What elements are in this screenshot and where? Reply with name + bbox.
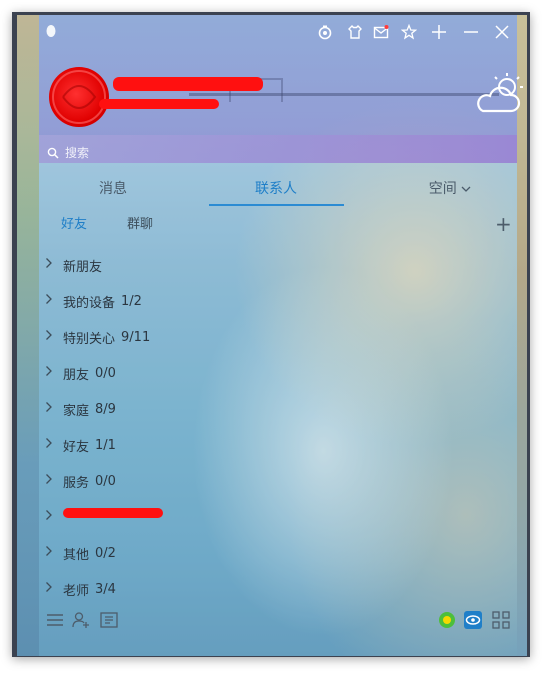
tab-space-label: 空间 [428, 181, 457, 197]
group-name: 我的设备 [63, 295, 116, 311]
group-count: 0/0 [95, 473, 116, 489]
title-bar [39, 15, 517, 47]
group-name: 好友 [63, 439, 90, 455]
search-box[interactable] [47, 143, 247, 163]
group-name: 家庭 [63, 403, 90, 419]
qq-browser-icon[interactable] [463, 610, 483, 630]
weather-icon[interactable] [475, 71, 525, 117]
bottom-toolbar [39, 610, 517, 634]
chevron-right-icon [45, 473, 59, 489]
chevron-right-icon [45, 509, 59, 525]
qq-penguin-icon[interactable] [45, 23, 57, 39]
tab-messages[interactable]: 消息 [83, 175, 143, 207]
qq-music-icon[interactable] [437, 610, 457, 630]
background-strip-left [17, 15, 39, 656]
redacted-nickname [113, 77, 263, 91]
tab-contacts[interactable]: 联系人 [241, 175, 311, 207]
avatar[interactable] [49, 67, 109, 127]
main-tabs: 消息 联系人 空间 [39, 175, 517, 209]
timer-icon[interactable] [317, 24, 333, 40]
add-friend-icon[interactable] [71, 610, 91, 630]
group-name: 新朋友 [63, 259, 103, 275]
list-item[interactable]: 我的设备 1/2 [45, 287, 485, 315]
list-item[interactable]: 老师 3/4 [45, 575, 485, 603]
group-count: 1/2 [121, 293, 142, 309]
group-count: 0/2 [95, 545, 116, 561]
chevron-right-icon [45, 401, 59, 417]
group-count: 1/1 [95, 437, 116, 453]
search-icon [47, 144, 59, 163]
chevron-right-icon [45, 365, 59, 381]
main-menu-icon[interactable] [45, 610, 65, 630]
group-name: 老师 [63, 583, 90, 599]
tab-space[interactable]: 空间 [415, 175, 485, 207]
chevron-right-icon [45, 329, 59, 345]
add-icon[interactable] [431, 24, 447, 40]
list-item[interactable]: 朋友 0/0 [45, 359, 485, 387]
group-count: 8/9 [95, 401, 116, 417]
qq-window: 消息 联系人 空间 好友 群聊 + 新朋友 [17, 15, 527, 656]
group-count: 0/0 [95, 365, 116, 381]
group-count: 9/11 [121, 329, 151, 345]
group-name: 朋友 [63, 367, 90, 383]
redacted-group-name [63, 508, 163, 518]
list-item[interactable]: 家庭 8/9 [45, 395, 485, 423]
list-item[interactable] [45, 503, 485, 531]
search-input[interactable] [65, 146, 225, 160]
apps-grid-icon[interactable] [491, 610, 511, 630]
contact-subtabs: 好友 群聊 + [39, 213, 517, 243]
chevron-right-icon [45, 437, 59, 453]
list-item[interactable]: 新朋友 [45, 251, 485, 279]
subtab-groups[interactable]: 群聊 [127, 213, 153, 239]
group-count: 3/4 [95, 581, 116, 597]
list-item[interactable]: 好友 1/1 [45, 431, 485, 459]
chevron-right-icon [45, 293, 59, 309]
group-name: 其他 [63, 547, 90, 563]
chevron-down-icon [461, 181, 471, 197]
group-name: 特别关心 [63, 331, 116, 347]
main-panel: 消息 联系人 空间 好友 群聊 + 新朋友 [39, 15, 523, 656]
list-item[interactable]: 服务 0/0 [45, 467, 485, 495]
list-item[interactable]: 特别关心 9/11 [45, 323, 485, 351]
list-item[interactable]: 其他 0/2 [45, 539, 485, 567]
header-scenery [189, 78, 499, 114]
chevron-right-icon [45, 545, 59, 561]
star-icon[interactable] [400, 23, 418, 40]
minimize-icon[interactable] [463, 24, 479, 40]
group-name: 服务 [63, 475, 90, 491]
chevron-right-icon [45, 257, 59, 273]
subtab-friends[interactable]: 好友 [61, 213, 87, 239]
redacted-signature [99, 99, 219, 109]
add-contact-button[interactable]: + [495, 213, 512, 235]
close-icon[interactable] [494, 24, 510, 40]
mail-icon[interactable] [373, 24, 389, 40]
active-tab-indicator [209, 204, 344, 206]
shirt-icon[interactable] [347, 24, 363, 40]
chevron-right-icon [45, 581, 59, 597]
app-manager-icon[interactable] [99, 610, 119, 630]
